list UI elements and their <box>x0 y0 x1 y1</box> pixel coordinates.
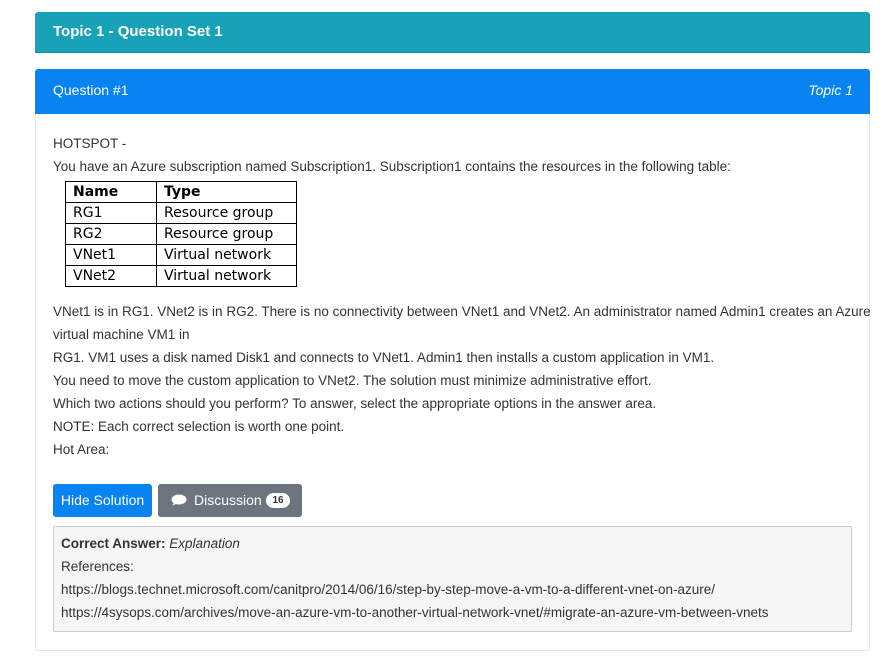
reference-link[interactable]: https://blogs.technet.microsoft.com/cani… <box>61 582 715 597</box>
table-header-cell: Name <box>65 181 157 203</box>
question-paragraph: You need to move the custom application … <box>53 373 652 388</box>
hide-solution-button[interactable]: Hide Solution <box>53 484 152 517</box>
correct-answer-value: Explanation <box>169 536 240 551</box>
question-intro: You have an Azure subscription named Sub… <box>53 159 731 174</box>
question-paragraph: RG1. VM1 uses a disk named Disk1 and con… <box>53 350 715 365</box>
question-topic-label: Topic 1 <box>808 82 853 98</box>
topic-header: Topic 1 - Question Set 1 <box>35 12 870 53</box>
question-header: Question #1 Topic 1 <box>35 69 870 114</box>
question-paragraph: Which two actions should you perform? To… <box>53 396 657 411</box>
table-header-cell: Type <box>156 181 297 203</box>
references-label: References: <box>61 559 134 574</box>
answer-box: Correct Answer: Explanation References: … <box>53 526 852 632</box>
correct-answer-line: Correct Answer: Explanation <box>61 536 240 551</box>
table-cell: Resource group <box>156 223 297 245</box>
question-paragraph: VNet1 is in RG1. VNet2 is in RG2. There … <box>53 304 871 319</box>
question-paragraph: virtual machine VM1 in <box>53 327 190 342</box>
table-cell: RG1 <box>65 202 157 224</box>
reference-link[interactable]: https://4sysops.com/archives/move-an-azu… <box>61 605 769 620</box>
discussion-button[interactable]: Discussion 16 <box>158 484 302 517</box>
table-cell: Resource group <box>156 202 297 224</box>
table-cell: Virtual network <box>156 244 297 266</box>
table-row: RG2 Resource group <box>65 223 297 245</box>
table-cell: VNet2 <box>65 265 157 287</box>
question-type-label: HOTSPOT - <box>53 136 127 151</box>
discussion-label: Discussion <box>194 492 262 508</box>
table-cell: RG2 <box>65 223 157 245</box>
table-row: RG1 Resource group <box>65 202 297 224</box>
discussion-count-badge: 16 <box>266 493 290 508</box>
topic-title: Topic 1 - Question Set 1 <box>53 23 223 40</box>
hot-area-label: Hot Area: <box>53 442 110 457</box>
table-cell: VNet1 <box>65 244 157 266</box>
question-note: NOTE: Each correct selection is worth on… <box>53 419 345 434</box>
correct-answer-label: Correct Answer: <box>61 536 166 551</box>
table-row: VNet1 Virtual network <box>65 244 297 266</box>
table-cell: Virtual network <box>156 265 297 287</box>
table-header-row: Name Type <box>65 181 297 203</box>
resources-table: Name Type RG1 Resource group RG2 Resourc… <box>65 181 297 287</box>
question-title: Question #1 <box>53 82 129 98</box>
comment-icon <box>171 494 187 506</box>
table-row: VNet2 Virtual network <box>65 265 297 287</box>
